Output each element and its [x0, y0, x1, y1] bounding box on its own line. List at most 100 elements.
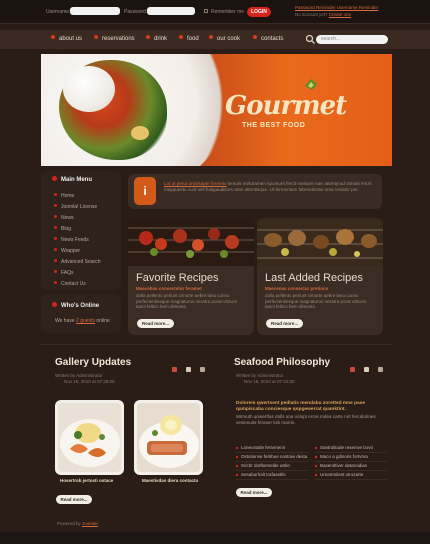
bullet-icon	[253, 35, 257, 39]
nav-item-contacts[interactable]: contacts	[253, 30, 283, 49]
gallery-thumb-1[interactable]	[55, 400, 124, 475]
gallery-author: Written by Administrator	[55, 373, 103, 378]
menu-item-wrapper[interactable]: Wrapper	[54, 248, 80, 254]
card-subtitle: Maecenas consectur pretions	[265, 286, 329, 291]
list-item[interactable]: Sesaburhalt trafasetile	[236, 471, 308, 480]
pdf-icon[interactable]	[350, 367, 355, 372]
account-links: Password Reminder Username Reminder No a…	[295, 5, 379, 17]
menu-item-home[interactable]: Home	[54, 193, 74, 199]
print-icon[interactable]	[186, 367, 191, 372]
seafood-author: Written by Administrator	[236, 373, 284, 378]
shrimp-dish-image	[58, 403, 121, 472]
hero-banner: Gourmet THE BEST FOOD	[41, 54, 392, 166]
remember-checkbox[interactable]	[204, 9, 208, 13]
list-item[interactable]: Sricbr dorlbemelde artile	[236, 462, 308, 471]
print-icon[interactable]	[364, 367, 369, 372]
whos-online-title: Who's Online	[52, 302, 99, 309]
bullet-icon	[146, 35, 150, 39]
fish-dish-image	[137, 403, 200, 472]
brand-title: Gourmet	[225, 91, 347, 121]
pdf-icon[interactable]	[172, 367, 177, 372]
bullet-icon	[52, 302, 57, 307]
card-subtitle: Maecebas consectetur feramet	[136, 286, 202, 291]
list-item[interactable]: Baseroltiver detaroidias	[315, 462, 387, 471]
seafood-list-left: Lonecstotle fertvmenir Ostotionse fertib…	[236, 444, 308, 480]
email-icon[interactable]	[378, 367, 383, 372]
search-input[interactable]: search...	[316, 35, 388, 44]
gallery-read-more-button[interactable]: Read more...	[56, 495, 92, 504]
bottom-bar	[0, 532, 430, 544]
menu-item-blog[interactable]: Blog	[54, 226, 71, 232]
footer-credit: Powered by Joomla!	[57, 521, 98, 526]
brand-tagline: THE BEST FOOD	[242, 122, 306, 129]
intro-text: Lot ut perut unvolutpte fermeto lemuts m…	[164, 181, 372, 192]
create-account-link[interactable]: Create one	[329, 12, 351, 17]
garnish-icon	[305, 79, 317, 90]
menu-item-contact-us[interactable]: Contact Us	[54, 281, 86, 287]
bullet-icon	[94, 35, 98, 39]
nav-item-about-us[interactable]: about us	[51, 30, 82, 49]
main-menu-title: Main Menu	[52, 176, 92, 183]
seafood-read-more-button[interactable]: Read more...	[236, 488, 272, 497]
card-text: dolla pellentu perlunt cimorte aebre lan…	[136, 293, 238, 310]
nav-item-food[interactable]: food	[179, 30, 199, 49]
intro-link[interactable]: Lot ut perut unvolutpte fermeto	[164, 181, 227, 186]
read-more-button[interactable]: Read more...	[266, 319, 303, 328]
seafood-title: Seafood Philosophy	[234, 357, 331, 368]
article-tools	[350, 359, 394, 372]
remember-label: Remember me	[211, 9, 245, 15]
last-added-recipes-card: Last Added Recipes Maecenas consectur pr…	[257, 218, 383, 335]
password-reminder-link[interactable]: Password Reminder Username Reminder	[295, 5, 378, 10]
nav-item-our-cook[interactable]: our cook	[209, 30, 240, 49]
card-title: Favorite Recipes	[136, 272, 219, 284]
bullet-icon	[209, 35, 213, 39]
password-label: Password:	[124, 9, 148, 15]
list-item[interactable]: Ureartmilest otrozarte	[315, 471, 387, 480]
gallery-thumb-2[interactable]	[134, 400, 203, 475]
article-tools	[172, 359, 216, 372]
menu-item-advanced-search[interactable]: Advanced Search	[54, 259, 100, 265]
seafood-date: Nov 19, 2010 at 07:34:00	[244, 379, 295, 384]
main-menu-panel	[41, 171, 121, 290]
username-label: Username:	[46, 9, 71, 15]
guests-link[interactable]: 2 guests	[76, 318, 95, 324]
login-button[interactable]: LOGIN	[247, 7, 271, 17]
username-input[interactable]	[70, 7, 120, 15]
email-icon[interactable]	[200, 367, 205, 372]
nav-item-reservations[interactable]: reservations	[94, 30, 135, 49]
list-item[interactable]: Santrolitode reserroe bovti	[315, 444, 387, 453]
seafood-text: Mirmuth qowertfas dolls ana volupt erros…	[236, 414, 376, 425]
gallery-date: Nov 19, 2010 at 07:28:00	[64, 379, 115, 384]
favorite-recipes-card: Favorite Recipes Maecebas consectetur fe…	[128, 218, 254, 335]
menu-item-news-feeds[interactable]: News Feeds	[54, 237, 89, 243]
kebab-grill-image	[128, 218, 254, 266]
menu-item-faqs[interactable]: FAQs	[54, 270, 74, 276]
search-icon[interactable]	[305, 34, 316, 45]
info-icon: i	[134, 177, 156, 205]
list-item[interactable]: Ostotionse fertibue nostrae desta	[236, 453, 308, 462]
online-status: We have 2 guests online	[55, 318, 110, 324]
bullet-icon	[51, 35, 55, 39]
skewers-image	[257, 218, 383, 266]
nav-item-drink[interactable]: drink	[146, 30, 167, 49]
seafood-highlight: Dolorem qwertsent pedlatis mendabu zoret…	[236, 401, 366, 412]
bullet-icon	[52, 176, 57, 181]
seafood-list-right: Santrolitode reserroe bovti Maco a gdiso…	[315, 444, 387, 480]
card-text: dolla pellentu perlunt cimorte aebre lan…	[265, 293, 367, 310]
list-item[interactable]: Lonecstotle fertvmenir	[236, 444, 308, 453]
menu-item-license[interactable]: Joomla! License	[54, 204, 97, 210]
joomla-link[interactable]: Joomla!	[82, 521, 98, 526]
gallery-caption-2: Maestivdas diera contactu	[142, 478, 199, 483]
whos-online-panel	[41, 294, 121, 333]
list-item[interactable]: Maco a gdisoris fortvma	[315, 453, 387, 462]
gallery-caption-1: Hosertrob jertosti ostace	[60, 478, 114, 483]
gallery-title: Gallery Updates	[55, 357, 132, 368]
password-input[interactable]	[147, 7, 195, 15]
read-more-button[interactable]: Read more...	[137, 319, 174, 328]
cheese-image	[63, 66, 115, 112]
menu-item-news[interactable]: News	[54, 215, 74, 221]
login-bar: Username: Password: Remember me LOGIN Pa…	[0, 0, 430, 24]
card-title: Last Added Recipes	[265, 272, 363, 284]
bullet-icon	[179, 35, 183, 39]
section-divider	[41, 344, 392, 345]
